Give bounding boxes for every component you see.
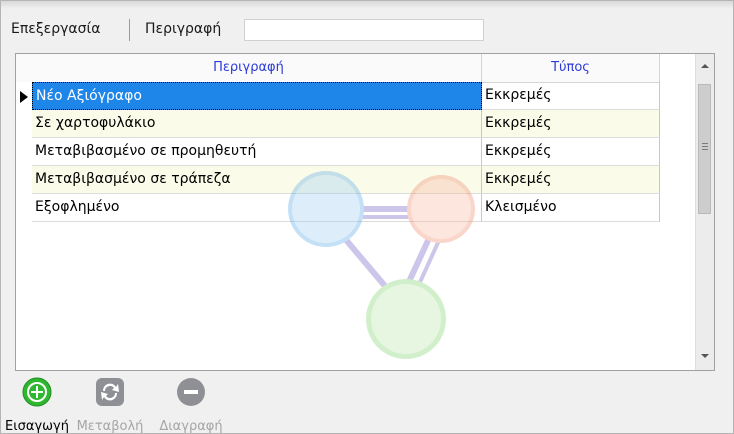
insert-button[interactable]: Εισαγωγή [1, 377, 73, 434]
table-row[interactable]: Νέο Αξιόγραφο Εκκρεμές [32, 82, 660, 110]
window: Επεξεργασία Περιγραφή Περιγραφή Τύπος Νέ… [0, 0, 734, 434]
cell-description[interactable]: Σε χαρτοφυλάκιο [32, 110, 482, 138]
filter-separator [129, 19, 130, 41]
table-row[interactable]: Εξοφλημένο Κλεισμένο [32, 194, 660, 222]
delete-button[interactable]: Διαγραφή [151, 377, 231, 434]
row-indicator-column [16, 82, 32, 222]
table-row[interactable]: Σε χαρτοφυλάκιο Εκκρεμές [32, 110, 660, 138]
bottom-toolbar: Εισαγωγή Μεταβολή Διαγραφή [1, 371, 733, 434]
vertical-scrollbar[interactable] [695, 54, 714, 370]
table-row[interactable]: Μεταβιβασμένο σε τράπεζα Εκκρεμές [32, 166, 660, 194]
scroll-down-icon[interactable] [701, 354, 709, 358]
plus-circle-icon [22, 377, 52, 407]
cell-type[interactable]: Εκκρεμές [482, 82, 660, 110]
modify-button[interactable]: Μεταβολή [69, 377, 151, 434]
data-grid: Περιγραφή Τύπος Νέο Αξιόγραφο Εκκρεμές Σ… [15, 53, 715, 371]
filter-input[interactable] [244, 19, 484, 41]
table-row[interactable]: Μεταβιβασμένο σε προμηθευτή Εκκρεμές [32, 138, 660, 166]
cell-description[interactable]: Νέο Αξιόγραφο [32, 82, 482, 110]
grip-line [702, 149, 708, 150]
filter-field-label[interactable]: Περιγραφή [145, 21, 221, 37]
cell-type[interactable]: Εκκρεμές [482, 166, 660, 194]
cell-description[interactable]: Εξοφλημένο [32, 194, 482, 222]
minus-circle-icon [176, 377, 206, 407]
scroll-thumb[interactable] [698, 84, 711, 214]
edit-mode-label[interactable]: Επεξεργασία [11, 21, 100, 37]
top-edge [1, 1, 733, 9]
scroll-up-icon[interactable] [701, 64, 709, 68]
modify-label: Μεταβολή [76, 419, 144, 434]
cell-type[interactable]: Εκκρεμές [482, 110, 660, 138]
column-header-type[interactable]: Τύπος [482, 54, 660, 82]
cell-description[interactable]: Μεταβιβασμένο σε προμηθευτή [32, 138, 482, 166]
delete-label: Διαγραφή [159, 419, 223, 434]
grip-line [702, 146, 708, 147]
cell-type[interactable]: Εκκρεμές [482, 138, 660, 166]
cell-description[interactable]: Μεταβιβασμένο σε τράπεζα [32, 166, 482, 194]
grid-header: Περιγραφή Τύπος [16, 54, 660, 83]
grip-line [702, 143, 708, 144]
refresh-arrows-icon [95, 377, 125, 407]
column-header-description[interactable]: Περιγραφή [16, 54, 482, 82]
cell-type[interactable]: Κλεισμένο [482, 194, 660, 222]
insert-label: Εισαγωγή [5, 419, 69, 434]
current-row-arrow-icon [20, 91, 28, 103]
filter-bar: Επεξεργασία Περιγραφή [1, 15, 733, 45]
